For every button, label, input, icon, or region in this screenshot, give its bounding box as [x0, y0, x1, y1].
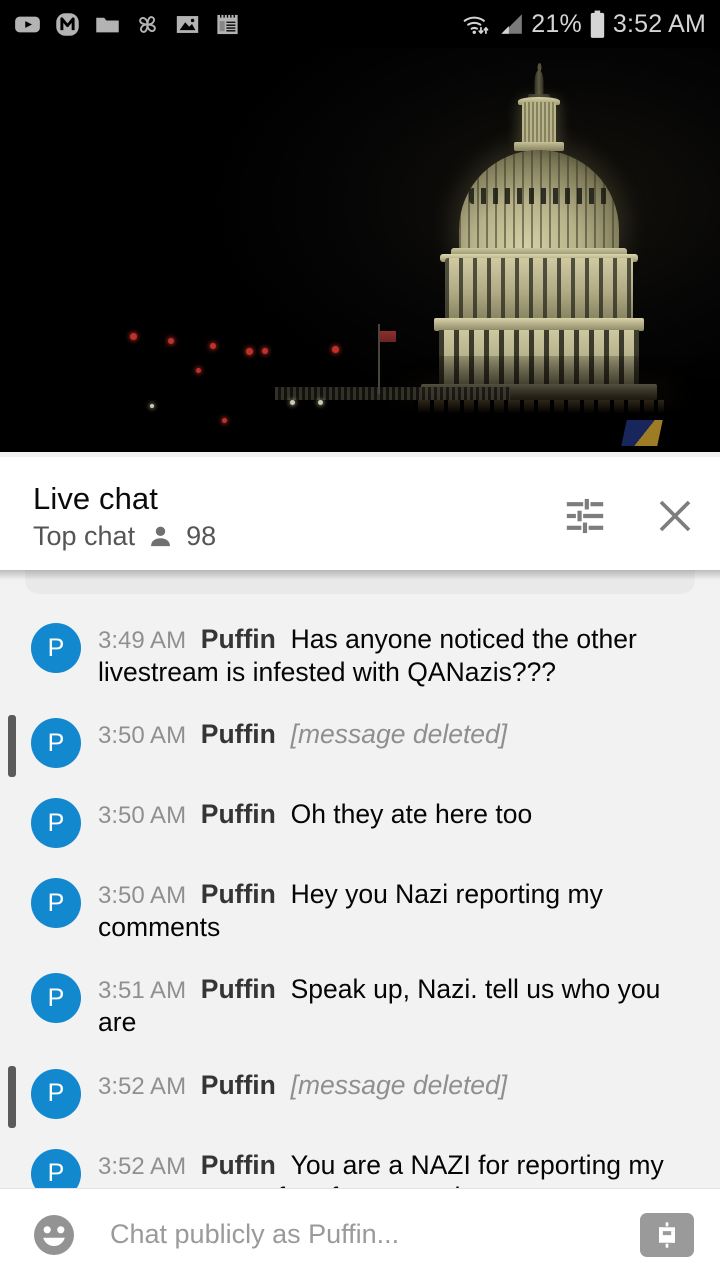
city-light	[210, 343, 216, 349]
message-timestamp: 3:49 AM	[98, 627, 187, 654]
deleted-message-indicator	[8, 715, 16, 778]
video-player[interactable]	[0, 48, 720, 452]
city-light	[130, 333, 137, 340]
superchat-button[interactable]	[640, 1212, 694, 1257]
status-bar: 21% 3:52 AM	[0, 0, 720, 48]
message-timestamp: 3:52 AM	[98, 1152, 187, 1180]
message-author[interactable]: Puffin	[201, 624, 276, 654]
city-light	[318, 400, 323, 405]
phone-screen: 21% 3:52 AM Live chat Top chat 98 P 3:49…	[0, 0, 720, 1280]
live-chat-header: Live chat Top chat 98	[0, 457, 720, 570]
gallery-icon	[176, 15, 199, 33]
chat-message-text: 3:50 AM Puffin Oh they ate here too	[98, 794, 698, 831]
chat-message-text: 3:52 AM Puffin [message deleted]	[98, 1065, 698, 1102]
message-deleted-label: [message deleted]	[290, 1069, 508, 1100]
message-author[interactable]: Puffin	[201, 974, 276, 1004]
chat-message-row[interactable]: P 3:52 AM Puffin You are a NAZI for repor…	[0, 1132, 720, 1188]
avatar[interactable]: P	[31, 798, 81, 849]
terrace-railing	[275, 387, 510, 400]
viewer-count: 98	[186, 521, 217, 551]
avatar[interactable]: P	[31, 1068, 81, 1119]
avatar[interactable]: P	[31, 718, 81, 769]
messages-container: P 3:49 AM Puffin Has anyone noticed the o…	[0, 606, 720, 1188]
avatar[interactable]: P	[31, 878, 81, 929]
message-body: Oh they ate here too	[290, 799, 533, 830]
message-author[interactable]: Puffin	[201, 879, 276, 909]
chat-message-text: 3:50 AM Puffin Hey you Nazi reporting my…	[98, 874, 698, 943]
chat-message-text: 3:50 AM Puffin [message deleted]	[98, 714, 698, 751]
chat-message-text: 3:51 AM Puffin Speak up, Nazi. tell us w…	[98, 969, 698, 1038]
chat-message-row[interactable]: P 3:50 AM Puffin Oh they ate here too	[0, 781, 720, 861]
chat-mode-row[interactable]: Top chat 98	[33, 523, 216, 550]
avatar[interactable]: P	[31, 623, 81, 673]
pinned-banner-card[interactable]	[25, 570, 695, 594]
battery-percent-label: 21%	[531, 9, 582, 38]
flag	[380, 331, 396, 342]
status-bar-notification-icons	[14, 11, 241, 38]
message-timestamp: 3:51 AM	[98, 977, 187, 1005]
message-timestamp: 3:50 AM	[98, 722, 187, 750]
city-light	[246, 348, 253, 355]
chat-message-text: 3:52 AM Puffin You are a NAZI for report…	[98, 1145, 698, 1188]
avatar[interactable]: P	[31, 1148, 81, 1188]
message-timestamp: 3:50 AM	[98, 882, 187, 910]
live-chat-message-list[interactable]: P 3:49 AM Puffin Has anyone noticed the o…	[0, 570, 720, 1188]
dollar-sign-icon	[659, 1221, 675, 1248]
message-timestamp: 3:52 AM	[98, 1072, 187, 1100]
wifi-icon	[463, 16, 489, 35]
folder-icon	[96, 17, 119, 32]
status-bar-system-icons: 21% 3:52 AM	[461, 10, 706, 39]
city-light	[222, 418, 227, 423]
chat-message-row[interactable]: P 3:49 AM Puffin Has anyone noticed the o…	[0, 606, 720, 701]
m-app-icon	[56, 12, 79, 36]
emoji-icon[interactable]	[30, 1211, 78, 1259]
message-deleted-label: [message deleted]	[290, 719, 508, 750]
city-light	[150, 404, 154, 408]
youtube-icon	[15, 16, 40, 32]
city-light	[332, 346, 339, 353]
message-author[interactable]: Puffin	[201, 1070, 276, 1100]
message-author[interactable]: Puffin	[201, 719, 276, 749]
chat-input-bar	[0, 1188, 720, 1280]
chat-header-actions	[562, 483, 696, 537]
cellular-signal-icon	[501, 14, 523, 34]
status-bar-clock: 3:52 AM	[612, 9, 706, 38]
message-author[interactable]: Puffin	[201, 1150, 276, 1180]
city-light	[262, 348, 268, 354]
foreground-ground	[0, 356, 720, 452]
chat-message-row[interactable]: P 3:50 AM Puffin Hey you Nazi reporting m…	[0, 861, 720, 956]
chat-header-titles: Live chat Top chat 98	[33, 483, 216, 550]
message-timestamp: 3:50 AM	[98, 802, 187, 830]
message-author[interactable]: Puffin	[201, 799, 276, 829]
city-light	[290, 400, 295, 405]
chat-message-row[interactable]: P 3:50 AM Puffin [message deleted]	[0, 701, 720, 781]
person-icon	[151, 526, 171, 547]
pinwheel-icon	[139, 15, 156, 33]
chat-message-row[interactable]: P 3:51 AM Puffin Speak up, Nazi. tell us …	[0, 956, 720, 1051]
chat-message-text: 3:49 AM Puffin Has anyone noticed the ot…	[98, 619, 698, 688]
tune-settings-icon[interactable]	[562, 496, 608, 536]
city-light	[168, 338, 174, 344]
deleted-message-indicator	[8, 1065, 16, 1128]
battery-icon	[590, 10, 605, 38]
avatar[interactable]: P	[31, 973, 81, 1024]
chat-message-row[interactable]: P 3:52 AM Puffin [message deleted]	[0, 1052, 720, 1132]
page-title: Live chat	[33, 481, 158, 516]
chat-message-input[interactable]	[78, 1219, 640, 1250]
chat-mode-label: Top chat	[33, 521, 136, 551]
blue-gold-flag	[621, 420, 663, 446]
city-light	[196, 368, 201, 373]
close-icon[interactable]	[654, 495, 696, 537]
notepad-icon	[217, 14, 238, 34]
